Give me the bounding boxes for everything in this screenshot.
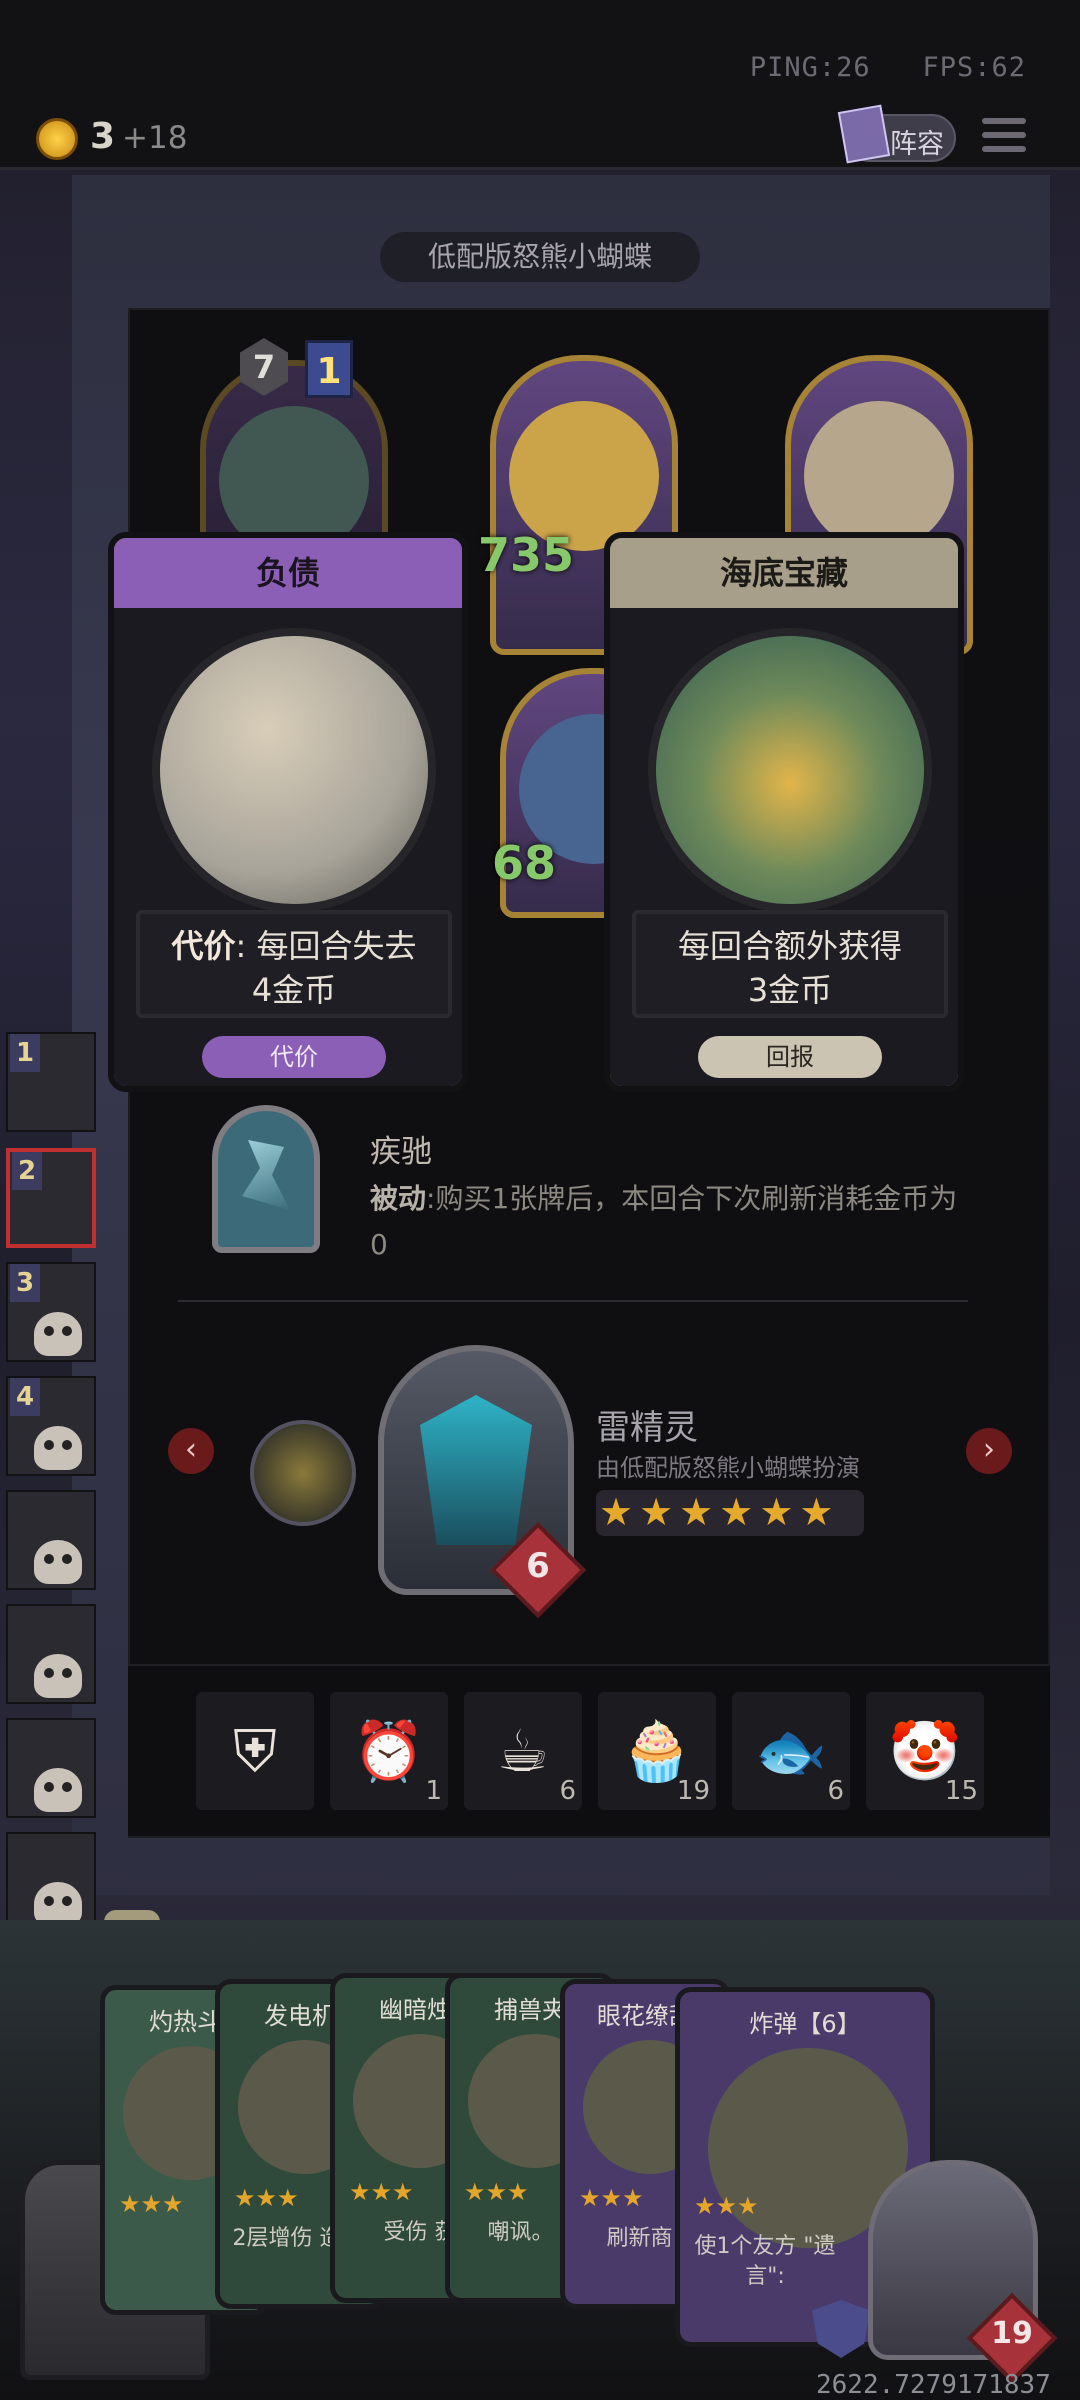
coordinate-readout: 2622.7279171837: [816, 2370, 1051, 2400]
player-slot[interactable]: [6, 1490, 96, 1590]
gold-amount: 3: [90, 116, 116, 157]
player-rank: 2: [12, 1152, 42, 1190]
card-title: 炸弹【6】: [749, 2010, 861, 2038]
item-count: 15: [944, 1776, 978, 1806]
star-icon: ★★★: [694, 2192, 759, 2220]
hero-portrait: [804, 401, 954, 551]
skull-icon: [34, 1426, 82, 1470]
unit-name: 雷精灵: [596, 1408, 698, 1448]
treasure-card[interactable]: 海底宝藏 每回合额外获得 3金币 回报: [604, 532, 964, 1092]
network-stats: PING:26 FPS:62: [749, 52, 1026, 83]
star-icon: ★: [799, 1490, 834, 1534]
gold-income: +18: [122, 120, 188, 156]
item-slot[interactable]: ⏰ 1: [330, 1692, 448, 1810]
hero-stat: 68: [492, 836, 557, 890]
level-badge: 1: [305, 340, 353, 398]
lineup-label: 阵容: [890, 129, 944, 160]
item-count: 6: [559, 1776, 576, 1806]
card-type-pill: 代价: [202, 1036, 386, 1078]
star-icon: ★★★: [464, 2178, 529, 2206]
card-stack-icon: [837, 104, 891, 164]
item-slot[interactable]: 🐟 6: [732, 1692, 850, 1810]
star-icon: ★: [639, 1490, 674, 1534]
item-slot[interactable]: ⛨: [196, 1692, 314, 1810]
player-slot[interactable]: [6, 1718, 96, 1818]
item-count: 6: [827, 1776, 844, 1806]
player-slot[interactable]: [6, 1832, 96, 1932]
menu-icon[interactable]: [982, 118, 1026, 158]
star-icon: ★: [719, 1490, 754, 1534]
unit-player: 由低配版怒熊小蝴蝶扮演: [596, 1454, 860, 1482]
player-rank: 4: [10, 1378, 40, 1416]
debt-card[interactable]: 负债 代价: 每回合失去 4金币 代价: [108, 532, 468, 1092]
item-slot[interactable]: 🧁 19: [598, 1692, 716, 1810]
card-title: 负债: [114, 538, 462, 608]
skull-icon: [34, 1654, 82, 1698]
divider: [178, 1300, 968, 1302]
player-rank: 1: [10, 1034, 40, 1072]
star-icon: ★★★: [579, 2184, 644, 2212]
skull-icon: [34, 1768, 82, 1812]
treasure-chest-icon: [648, 628, 932, 912]
star-icon: ★★★: [119, 2190, 184, 2218]
prev-arrow-button[interactable]: ‹: [168, 1428, 214, 1474]
card-text: 使1个友方 "遗言":: [694, 2234, 836, 2289]
skull-icon: [34, 1540, 82, 1584]
star-icon: ★: [759, 1490, 794, 1534]
card-title: 海底宝藏: [610, 538, 958, 608]
card-text: 每回合额外获得 3金币: [632, 910, 948, 1018]
player-slot[interactable]: 3: [6, 1262, 96, 1362]
player-rank: 3: [10, 1264, 40, 1302]
player-slot[interactable]: 1: [6, 1032, 96, 1132]
next-arrow-button[interactable]: ›: [966, 1428, 1012, 1474]
star-icon: ★★★: [234, 2184, 299, 2212]
star-icon: ★: [679, 1490, 714, 1534]
item-slot[interactable]: 🤡 15: [866, 1692, 984, 1810]
treasure-coin-icon: [250, 1420, 356, 1526]
star-rating: ★ ★ ★ ★ ★ ★: [596, 1490, 864, 1536]
hero-stat: 735: [478, 528, 575, 582]
trait-description: 被动:购买1张牌后，本回合下次刷新消耗金币为0: [370, 1182, 958, 1261]
team-title: 低配版怒熊小蝴蝶: [380, 232, 700, 282]
card-type-pill: 回报: [698, 1036, 882, 1078]
star-icon: ★: [599, 1490, 634, 1534]
trait-name: 疾驰: [370, 1134, 432, 1170]
card-text: 代价: 每回合失去 4金币: [136, 910, 452, 1018]
thunder-sprite-icon: [420, 1395, 532, 1545]
star-icon: ★★★: [349, 2178, 414, 2206]
shield-icon: ⛨: [233, 1717, 277, 1785]
player-slot[interactable]: 4: [6, 1376, 96, 1476]
unit-health: 6: [526, 1546, 550, 1586]
skull-icon: [34, 1312, 82, 1356]
item-slot[interactable]: ☕ 6: [464, 1692, 582, 1810]
debt-scroll-icon: [152, 628, 436, 912]
item-count: 1: [425, 1776, 442, 1806]
player-health: 19: [991, 2316, 1033, 2351]
player-slot[interactable]: [6, 1604, 96, 1704]
item-count: 19: [676, 1776, 710, 1806]
gold-coin-icon: [36, 118, 78, 160]
player-slot[interactable]: 2: [6, 1148, 96, 1248]
